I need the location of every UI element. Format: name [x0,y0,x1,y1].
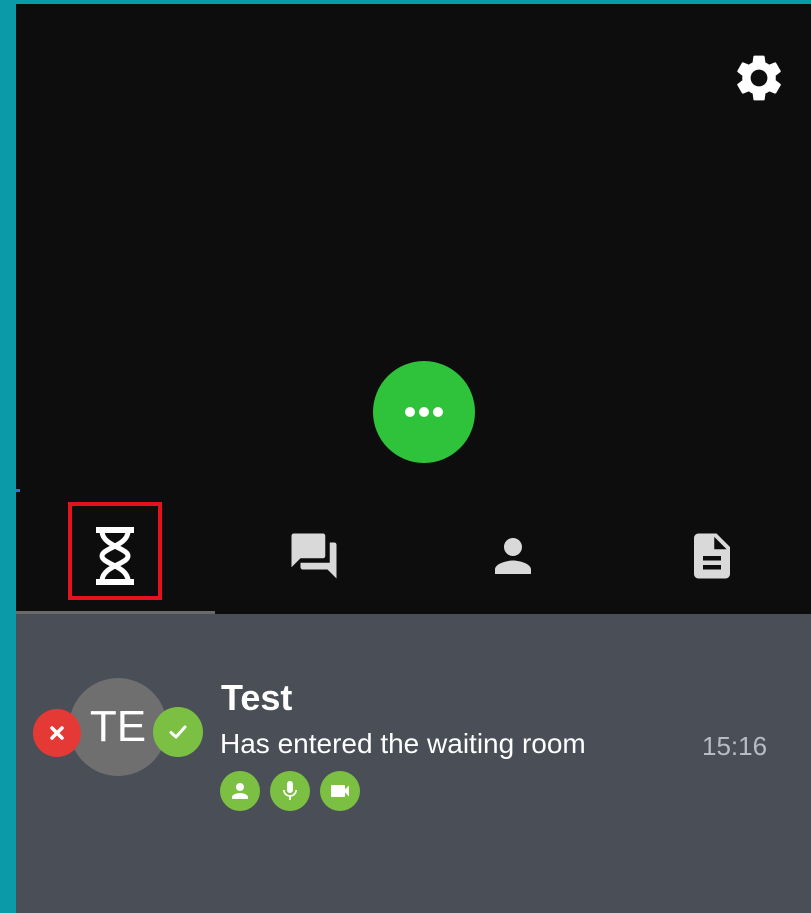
participant-name: Test [221,677,293,718]
close-icon [50,726,64,740]
more-horizontal-icon [405,407,443,417]
person-permission [220,771,260,811]
gear-icon [737,55,781,101]
settings-button[interactable] [731,50,787,106]
chat-icon [291,533,337,579]
waiting-room-list: TE Test Has entered the waiting room 15:… [16,614,811,913]
document-icon [693,533,730,579]
microphone-permission [270,771,310,811]
tab-waiting-room[interactable] [16,498,215,614]
panel-tab-bar [16,498,811,614]
check-icon [169,725,187,739]
meeting-app: TE Test Has entered the waiting room 15:… [16,4,811,913]
person-icon [232,783,248,799]
active-tab-highlight [68,502,162,600]
waiting-participant-row: TE Test Has entered the waiting room 15:… [16,672,811,812]
tab-documents[interactable] [612,498,811,614]
tab-chat[interactable] [215,498,414,614]
microphone-icon [283,781,297,800]
reject-participant-button[interactable] [33,709,81,757]
camera-permission [320,771,360,811]
camera-icon [331,785,349,797]
more-options-button[interactable] [373,361,475,463]
person-icon [494,538,531,574]
tab-participants[interactable] [414,498,613,614]
participant-timestamp: 15:16 [702,731,768,761]
participant-status: Has entered the waiting room [220,728,586,759]
edge-marker [16,489,20,492]
screen: TE Test Has entered the waiting room 15:… [0,0,811,913]
admit-participant-button[interactable] [153,707,203,757]
participant-permissions [220,771,360,811]
avatar: TE [69,678,167,776]
